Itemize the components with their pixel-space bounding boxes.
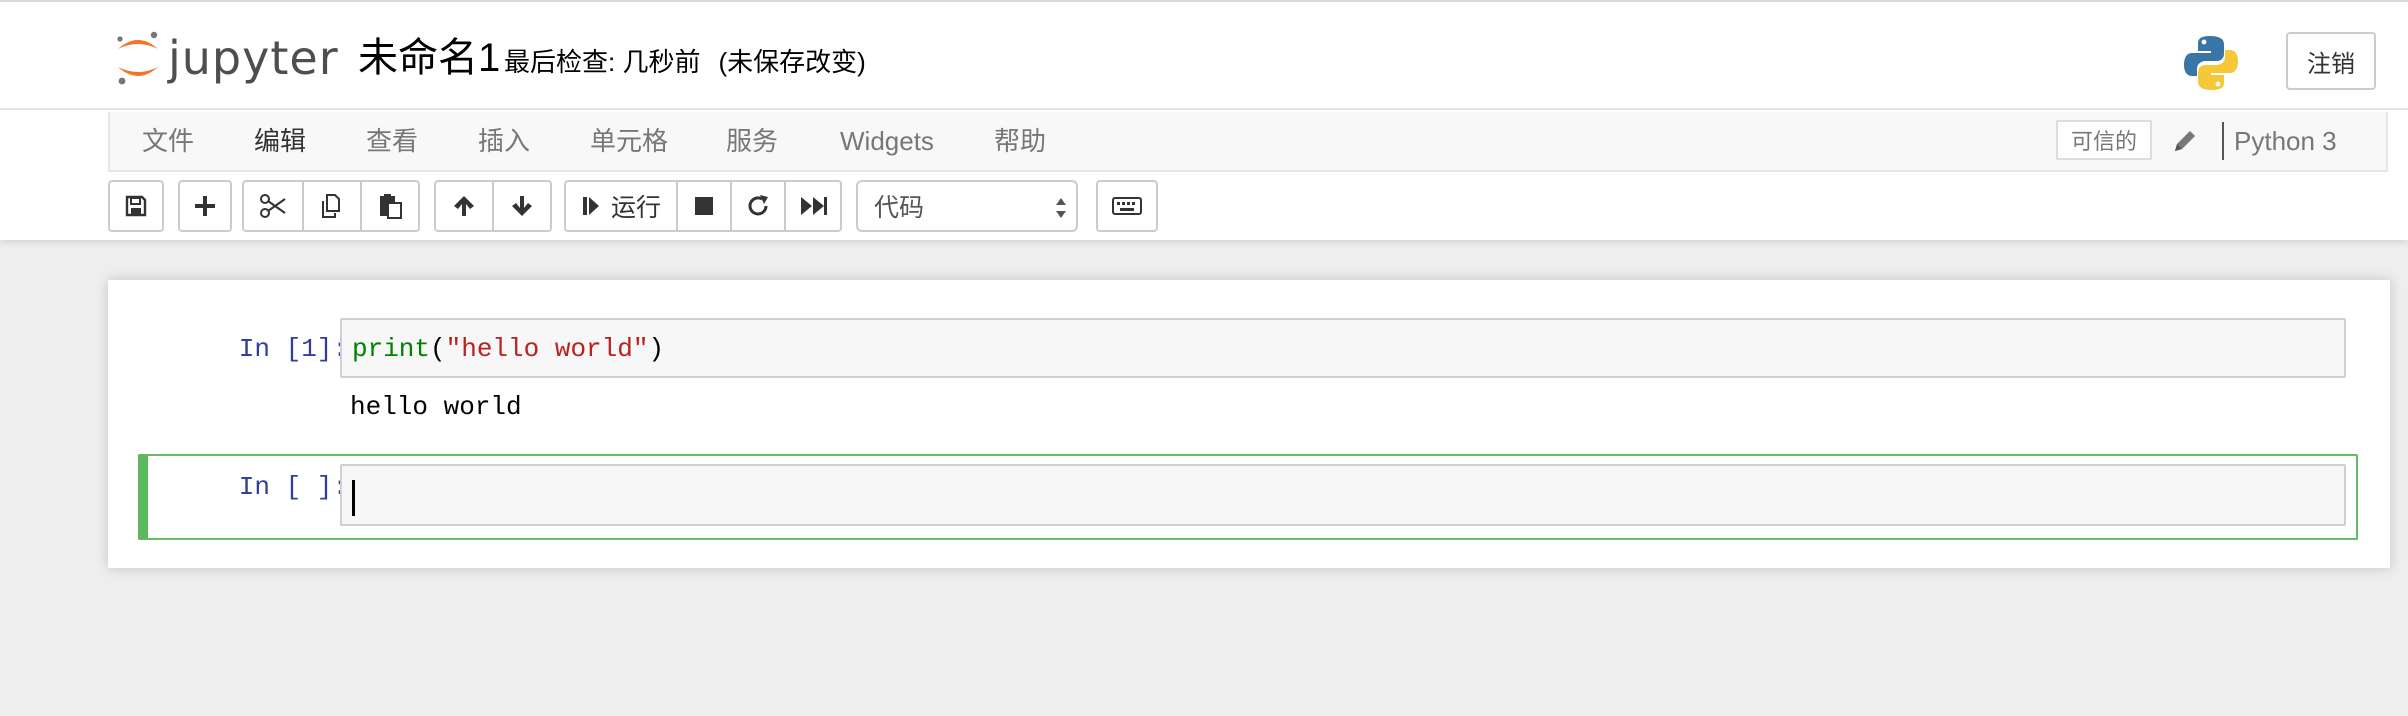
stop-icon bbox=[695, 197, 713, 215]
menu-view[interactable]: 查看 bbox=[366, 124, 418, 158]
text-cursor bbox=[352, 480, 355, 516]
arrow-down-icon bbox=[512, 196, 532, 216]
command-palette-button[interactable] bbox=[1096, 180, 1158, 232]
code-string: "hello world" bbox=[445, 334, 649, 364]
toolbar: 运行 代码 bbox=[0, 180, 2408, 234]
checkpoint-text: 最后检查: 几秒前 bbox=[504, 47, 701, 77]
menubar: 文件 编辑 查看 插入 单元格 服务 Widgets 帮助 可信的 Python… bbox=[108, 112, 2388, 172]
run-button-label: 运行 bbox=[610, 194, 661, 222]
notebook-container: In [1]: print("hello world") hello world… bbox=[108, 280, 2390, 568]
arrow-up-icon bbox=[454, 196, 474, 216]
kernel-name[interactable]: Python 3 bbox=[2234, 124, 2337, 158]
insert-cell-below-button[interactable] bbox=[178, 180, 232, 232]
save-button[interactable] bbox=[108, 180, 164, 232]
insert-group bbox=[178, 180, 232, 232]
notebook-header: jupyter 未命名1 最后检查: 几秒前 (未保存改变) 注销 文件 编辑 查… bbox=[0, 0, 2408, 240]
cell-output: hello world bbox=[350, 392, 522, 422]
autosave-status: (未保存改变) bbox=[718, 47, 866, 77]
menu-widgets[interactable]: Widgets bbox=[840, 124, 934, 158]
step-forward-icon bbox=[582, 197, 599, 215]
input-prompt: In [ ]: bbox=[238, 472, 348, 502]
clipboard-group bbox=[242, 180, 420, 232]
code-editor[interactable]: print("hello world") bbox=[340, 318, 2346, 378]
save-group bbox=[108, 180, 164, 232]
move-group bbox=[434, 180, 552, 232]
scissors-icon bbox=[260, 194, 286, 218]
paste-icon bbox=[380, 194, 402, 219]
paste-button[interactable] bbox=[360, 180, 420, 232]
restart-run-all-button[interactable] bbox=[784, 180, 842, 232]
code-paren-close: ) bbox=[648, 334, 665, 364]
menu-help[interactable]: 帮助 bbox=[994, 124, 1046, 158]
notebook-title[interactable]: 未命名1 bbox=[358, 32, 500, 84]
restart-icon bbox=[748, 195, 768, 216]
menu-cell[interactable]: 单元格 bbox=[590, 124, 668, 158]
move-cell-down-button[interactable] bbox=[492, 180, 552, 232]
kernel-separator bbox=[2222, 122, 2224, 160]
cell-type-value: 代码 bbox=[874, 194, 925, 222]
checkpoint-status: 最后检查: 几秒前 (未保存改变) bbox=[504, 45, 866, 79]
plus-icon bbox=[195, 196, 215, 216]
code-function: print bbox=[352, 334, 431, 364]
code-editor[interactable] bbox=[340, 464, 2346, 526]
cut-button[interactable] bbox=[242, 180, 304, 232]
menu-file[interactable]: 文件 bbox=[142, 124, 194, 158]
code-paren-open: ( bbox=[430, 334, 446, 364]
jupyter-logo[interactable]: jupyter bbox=[114, 28, 339, 88]
select-arrows-icon bbox=[1056, 198, 1066, 218]
edit-mode-pencil-icon bbox=[2175, 131, 2195, 151]
menu-edit[interactable]: 编辑 bbox=[254, 124, 306, 158]
interrupt-kernel-button[interactable] bbox=[676, 180, 732, 232]
jupyter-logo-text: jupyter bbox=[168, 31, 339, 85]
logout-button[interactable]: 注销 bbox=[2286, 32, 2376, 90]
keyboard-icon bbox=[1112, 197, 1142, 215]
move-cell-up-button[interactable] bbox=[434, 180, 494, 232]
palette-group bbox=[1096, 180, 1158, 232]
jupyter-logo-icon bbox=[117, 31, 158, 85]
code-text: print("hello world") bbox=[352, 332, 664, 366]
copy-icon bbox=[322, 194, 340, 218]
code-cell-selected[interactable]: In [ ]: bbox=[138, 454, 2358, 540]
input-prompt: In [1]: bbox=[238, 334, 348, 364]
run-group: 运行 bbox=[564, 180, 842, 232]
fast-forward-icon bbox=[801, 197, 827, 215]
python-logo-icon bbox=[2184, 36, 2238, 90]
restart-kernel-button[interactable] bbox=[730, 180, 786, 232]
header-row: jupyter 未命名1 最后检查: 几秒前 (未保存改变) 注销 bbox=[0, 2, 2408, 110]
trusted-notebook-indicator[interactable]: 可信的 bbox=[2056, 120, 2152, 160]
menu-kernel[interactable]: 服务 bbox=[726, 124, 778, 158]
run-cell-button[interactable]: 运行 bbox=[564, 180, 678, 232]
menu-insert[interactable]: 插入 bbox=[478, 124, 530, 158]
copy-button[interactable] bbox=[302, 180, 362, 232]
cell-type-select[interactable]: 代码 bbox=[856, 180, 1078, 232]
code-cell[interactable]: In [1]: print("hello world") hello world bbox=[138, 318, 2358, 422]
save-icon bbox=[125, 195, 147, 217]
